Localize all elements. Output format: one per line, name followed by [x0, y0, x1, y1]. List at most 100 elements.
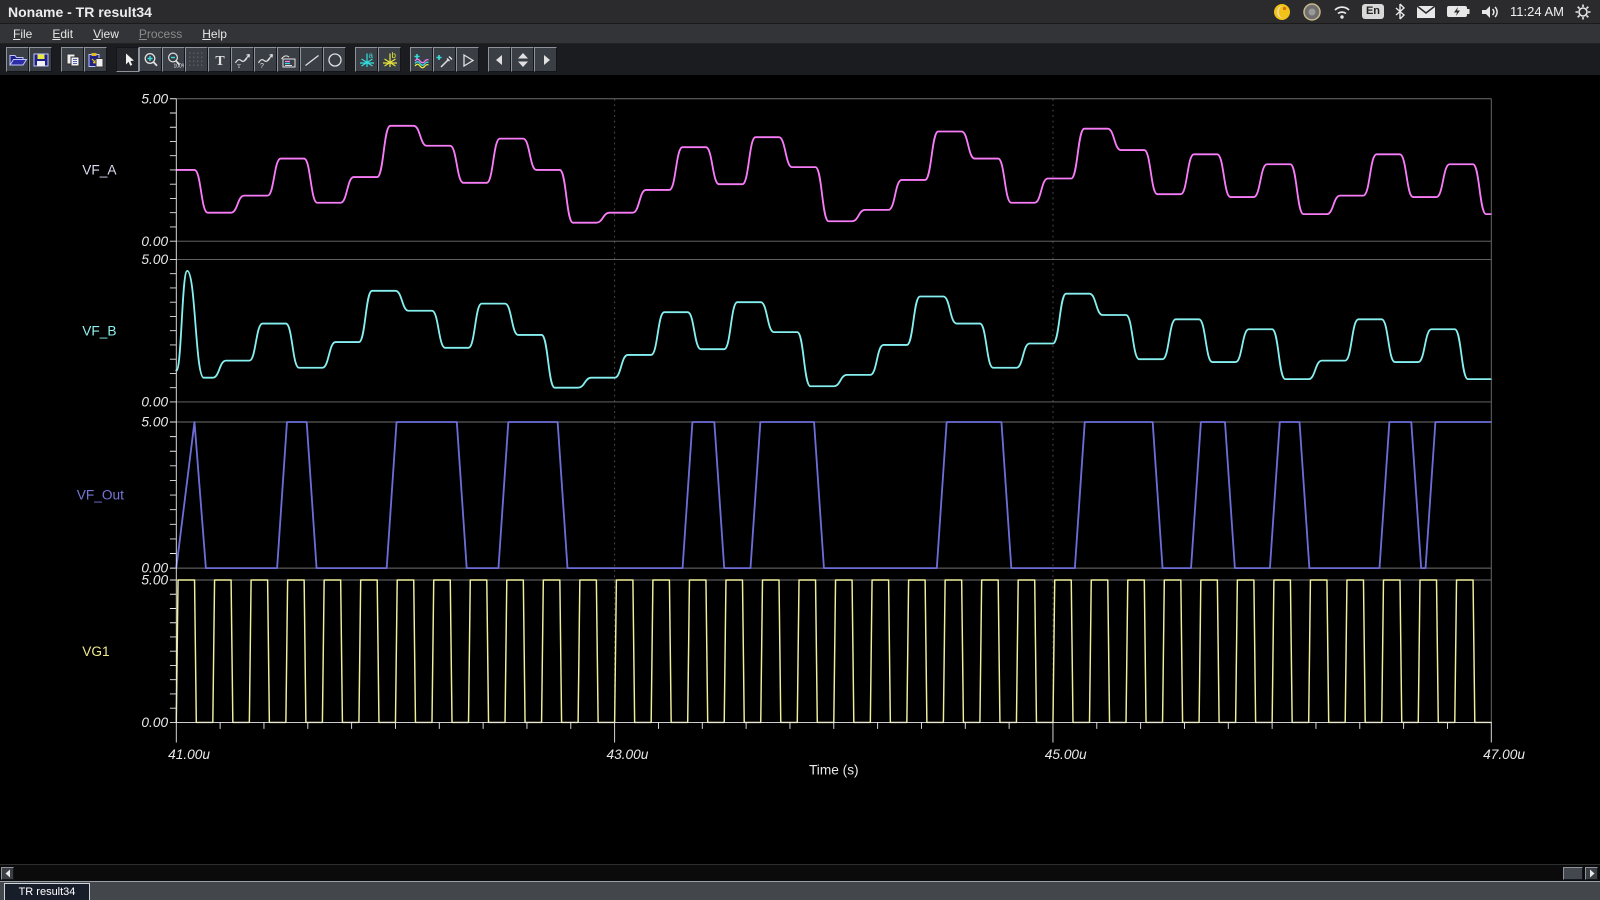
zoom-out-100-button[interactable]: 100% [162, 47, 185, 72]
volume-icon[interactable] [1480, 4, 1500, 20]
nav-left-icon [490, 51, 510, 69]
trace-label-vfout: VF_Out [77, 488, 124, 503]
run-icon [458, 51, 478, 69]
save-button[interactable] [29, 47, 52, 72]
messaging-bird-icon[interactable] [1272, 3, 1292, 21]
grid-button[interactable] [185, 47, 208, 72]
menu-file[interactable]: File [4, 25, 41, 43]
x-tick-label-2: 45.00u [1045, 747, 1087, 762]
svg-text:a: a [368, 51, 373, 60]
svg-text:T: T [215, 54, 225, 69]
curve-annotate-button[interactable]: T [231, 47, 254, 72]
open-button[interactable] [6, 47, 29, 72]
copy-button[interactable] [61, 47, 84, 72]
battery-icon[interactable] [1446, 5, 1470, 18]
add-curve-icon [412, 51, 432, 69]
trace-vg1 [176, 580, 1491, 722]
nav-right-icon [536, 51, 556, 69]
menu-edit[interactable]: Edit [43, 25, 82, 43]
run-button[interactable] [456, 47, 479, 72]
nav-left-button[interactable] [488, 47, 511, 72]
panel-vfb [170, 259, 1491, 401]
select-icon [118, 51, 138, 69]
text-button[interactable]: T [208, 47, 231, 72]
scroll-right-button[interactable] [1585, 867, 1598, 880]
svg-text:b: b [391, 51, 396, 60]
curve-query-button[interactable]: ? [254, 47, 277, 72]
zoom-out-100-icon: 100% [164, 51, 184, 69]
titlebar: Noname - TR result34 En [0, 0, 1600, 24]
ellipse-button[interactable] [323, 47, 346, 72]
line-icon [302, 51, 322, 69]
horizontal-scrollbar[interactable] [0, 864, 1600, 881]
line-button[interactable] [300, 47, 323, 72]
paste-button[interactable] [84, 47, 107, 72]
svg-text:T: T [237, 63, 241, 69]
legend-icon [279, 51, 299, 69]
add-curve-button[interactable] [410, 47, 433, 72]
nav-updown-icon [513, 51, 533, 69]
probe-button[interactable] [433, 47, 456, 72]
menu-view[interactable]: View [84, 25, 128, 43]
panel-vg1 [170, 580, 1491, 722]
trace-vfb [176, 271, 1491, 388]
x-tick-label-0: 41.00u [168, 747, 210, 762]
zoom-in-icon [141, 51, 161, 69]
nav-right-button[interactable] [534, 47, 557, 72]
cursor-a-icon: a [357, 51, 377, 69]
x-tick-label-3: 47.00u [1483, 747, 1525, 762]
y-ticks [170, 580, 176, 722]
y-min-label-vfa: 0.00 [141, 234, 168, 249]
waveform-plot[interactable]: 5.000.00VF_A5.000.00VF_B5.000.00VF_Out5.… [0, 75, 1600, 864]
toolbar: 100% T T? a b [0, 44, 1600, 75]
svg-text:?: ? [260, 63, 264, 69]
cursor-a-button[interactable]: a [355, 47, 378, 72]
y-min-label-vg1: 0.00 [141, 715, 168, 730]
scrollbar-thumb[interactable] [1563, 867, 1583, 880]
save-icon [31, 51, 51, 69]
session-gear-icon[interactable] [1574, 3, 1592, 21]
trace-label-vfb: VF_B [82, 323, 116, 338]
curve-annotate-icon: T [233, 51, 253, 69]
clock[interactable]: 11:24 AM [1510, 4, 1564, 19]
y-max-label-vfa: 5.00 [141, 91, 168, 106]
menu-process[interactable]: Process [130, 25, 191, 43]
wifi-icon[interactable] [1332, 4, 1352, 20]
trace-label-vg1: VG1 [82, 644, 109, 659]
window-title: Noname - TR result34 [0, 4, 152, 20]
y-ticks [170, 259, 176, 401]
mail-icon[interactable] [1416, 5, 1436, 19]
y-min-label-vfb: 0.00 [141, 394, 168, 409]
ellipse-icon [325, 51, 345, 69]
open-icon [8, 51, 28, 69]
trace-label-vfa: VF_A [82, 163, 117, 178]
grid-icon [187, 51, 207, 69]
x-minor-ticks [220, 722, 1447, 728]
cursor-b-icon: b [380, 51, 400, 69]
scroll-left-button[interactable] [1, 867, 14, 880]
svg-text:100%: 100% [173, 63, 184, 69]
camera-sphere-icon[interactable] [1302, 3, 1322, 21]
legend-button[interactable] [277, 47, 300, 72]
statusbar: TR result34 [0, 881, 1600, 900]
keyboard-layout-indicator[interactable]: En [1362, 4, 1384, 19]
panel-vfa [170, 99, 1491, 241]
probe-icon [435, 51, 455, 69]
result-tab[interactable]: TR result34 [4, 883, 90, 900]
menubar: FileEditViewProcessHelp [0, 24, 1600, 44]
nav-updown-button[interactable] [511, 47, 534, 72]
bluetooth-icon[interactable] [1394, 3, 1406, 20]
system-tray: En 11:24 AM [1272, 3, 1600, 21]
panel-vfout [170, 422, 1491, 568]
curve-query-icon: ? [256, 51, 276, 69]
menu-help[interactable]: Help [193, 25, 236, 43]
trace-vfa [176, 126, 1491, 223]
cursor-b-button[interactable]: b [378, 47, 401, 72]
copy-icon [63, 51, 83, 69]
select-button[interactable] [116, 47, 139, 72]
y-max-label-vg1: 5.00 [141, 573, 168, 588]
app-window: Noname - TR result34 En [0, 0, 1600, 900]
y-max-label-vfb: 5.00 [141, 252, 168, 267]
zoom-in-button[interactable] [139, 47, 162, 72]
y-ticks [170, 99, 176, 241]
